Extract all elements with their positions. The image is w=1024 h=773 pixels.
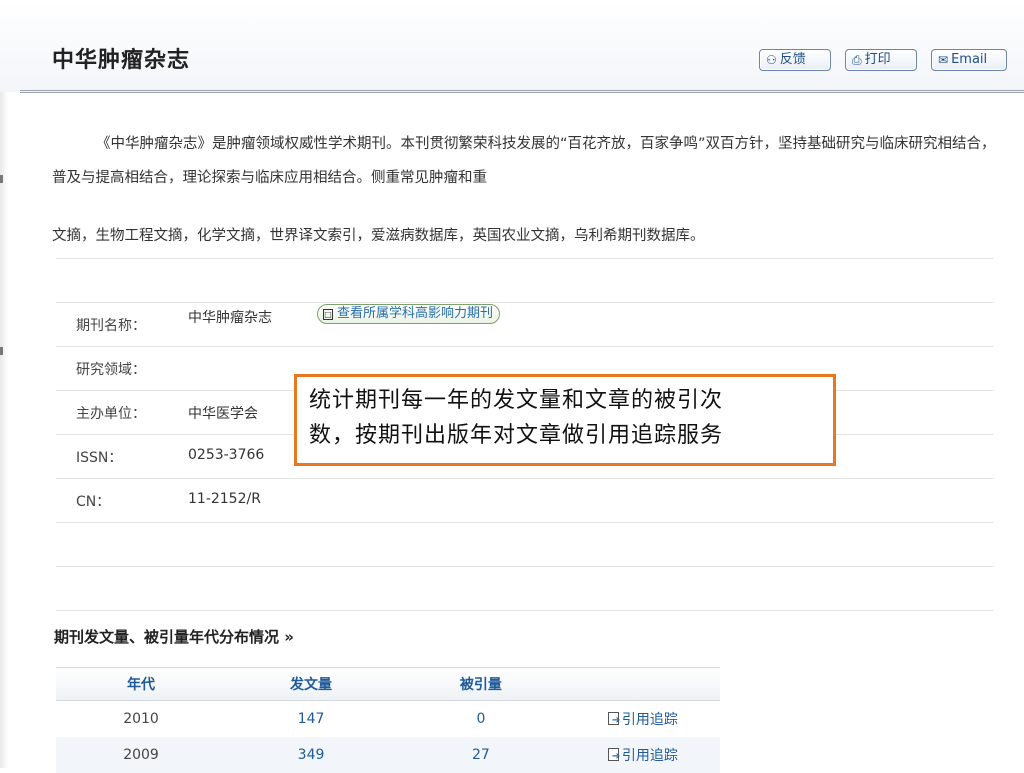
annotation-callout: 统计期刊每一年的发文量和文章的被引次 数，按期刊出版年对文章做引用追踪服务: [294, 374, 836, 466]
divider: [56, 346, 993, 347]
header-divider: [20, 90, 1024, 93]
sponsor-label: 主办单位：: [76, 406, 146, 422]
edge-mark: [0, 175, 3, 183]
print-button[interactable]: ⎙ 打印: [845, 49, 917, 71]
issn-label: ISSN：: [76, 450, 123, 466]
print-label: 打印: [864, 52, 891, 67]
articles-cell: 147: [226, 700, 396, 737]
col-articles-header: 发文量: [226, 667, 396, 701]
intro-indexing-line: 文摘，生物工程文摘，化学文摘，世界译文索引，爱滋病数据库，英国农业文摘，乌利希期…: [52, 228, 705, 244]
citations-cell: 0: [396, 700, 566, 737]
edge-mark: [0, 347, 3, 355]
callout-line-2: 数，按期刊出版年对文章做引用追踪服务: [309, 423, 724, 448]
citation-trace-link[interactable]: 引用追踪: [607, 709, 678, 729]
callout-line-1: 统计期刊每一年的发文量和文章的被引次: [309, 388, 724, 413]
view-subject-journals-button[interactable]: □ 查看所属学科高影响力期刊: [317, 304, 501, 324]
issn-value: 0253-3766: [188, 447, 265, 463]
document-arrow-icon: [607, 748, 620, 762]
email-button[interactable]: ✉ Email: [931, 49, 1007, 71]
divider: [56, 522, 993, 523]
stats-section-title[interactable]: 期刊发文量、被引量年代分布情况 »: [54, 626, 294, 647]
document-arrow-icon: [607, 712, 620, 726]
intro-paragraph: 《中华肿瘤杂志》是肿瘤领域权威性学术期刊。本刊贯彻繁荣科技发展的“百花齐放，百家…: [52, 136, 996, 186]
journal-title: 中华肿瘤杂志: [52, 47, 191, 73]
left-edge-shadow: [0, 0, 8, 768]
divider: [56, 302, 993, 303]
feedback-label: 反馈: [779, 52, 806, 67]
view-subject-journals-label: 查看所属学科高影响力期刊: [337, 306, 494, 321]
col-action-header: [565, 667, 720, 701]
cn-value: 11-2152/R: [188, 491, 261, 507]
divider: [56, 478, 993, 479]
stats-table: 年代 发文量 被引量 2010 147 0 引用追踪 2009 349 27: [56, 667, 720, 773]
email-label: Email: [951, 52, 988, 67]
action-cell: 引用追踪: [565, 700, 720, 737]
col-citations-header: 被引量: [396, 667, 566, 701]
envelope-icon: ✉: [938, 53, 949, 67]
person-icon: ⚇: [766, 53, 777, 67]
journal-name-label: 期刊名称：: [76, 318, 146, 334]
feedback-button[interactable]: ⚇ 反馈: [759, 49, 831, 71]
sponsor-value: 中华医学会: [188, 406, 258, 422]
divider: [56, 566, 993, 567]
document-icon: □: [323, 308, 333, 320]
table-header-row: 年代 发文量 被引量: [56, 667, 720, 701]
journal-intro: 《中华肿瘤杂志》是肿瘤领域权威性学术期刊。本刊贯彻繁荣科技发展的“百花齐放，百家…: [52, 127, 997, 195]
col-year-header: 年代: [56, 667, 227, 701]
citation-trace-link[interactable]: 引用追踪: [607, 745, 678, 765]
page-header: 中华肿瘤杂志 ⚇ 反馈 ⎙ 打印 ✉ Email: [0, 0, 1024, 92]
citation-trace-label: 引用追踪: [621, 711, 678, 728]
journal-name-value: 中华肿瘤杂志: [188, 310, 272, 326]
year-cell: 2010: [56, 700, 227, 737]
printer-icon: ⎙: [852, 53, 862, 67]
table-row: 2010 147 0 引用追踪: [56, 700, 720, 737]
citation-trace-label: 引用追踪: [621, 747, 678, 764]
divider: [56, 258, 993, 259]
divider: [56, 610, 993, 611]
research-field-label: 研究领域：: [76, 362, 146, 378]
cn-label: CN：: [76, 494, 111, 510]
